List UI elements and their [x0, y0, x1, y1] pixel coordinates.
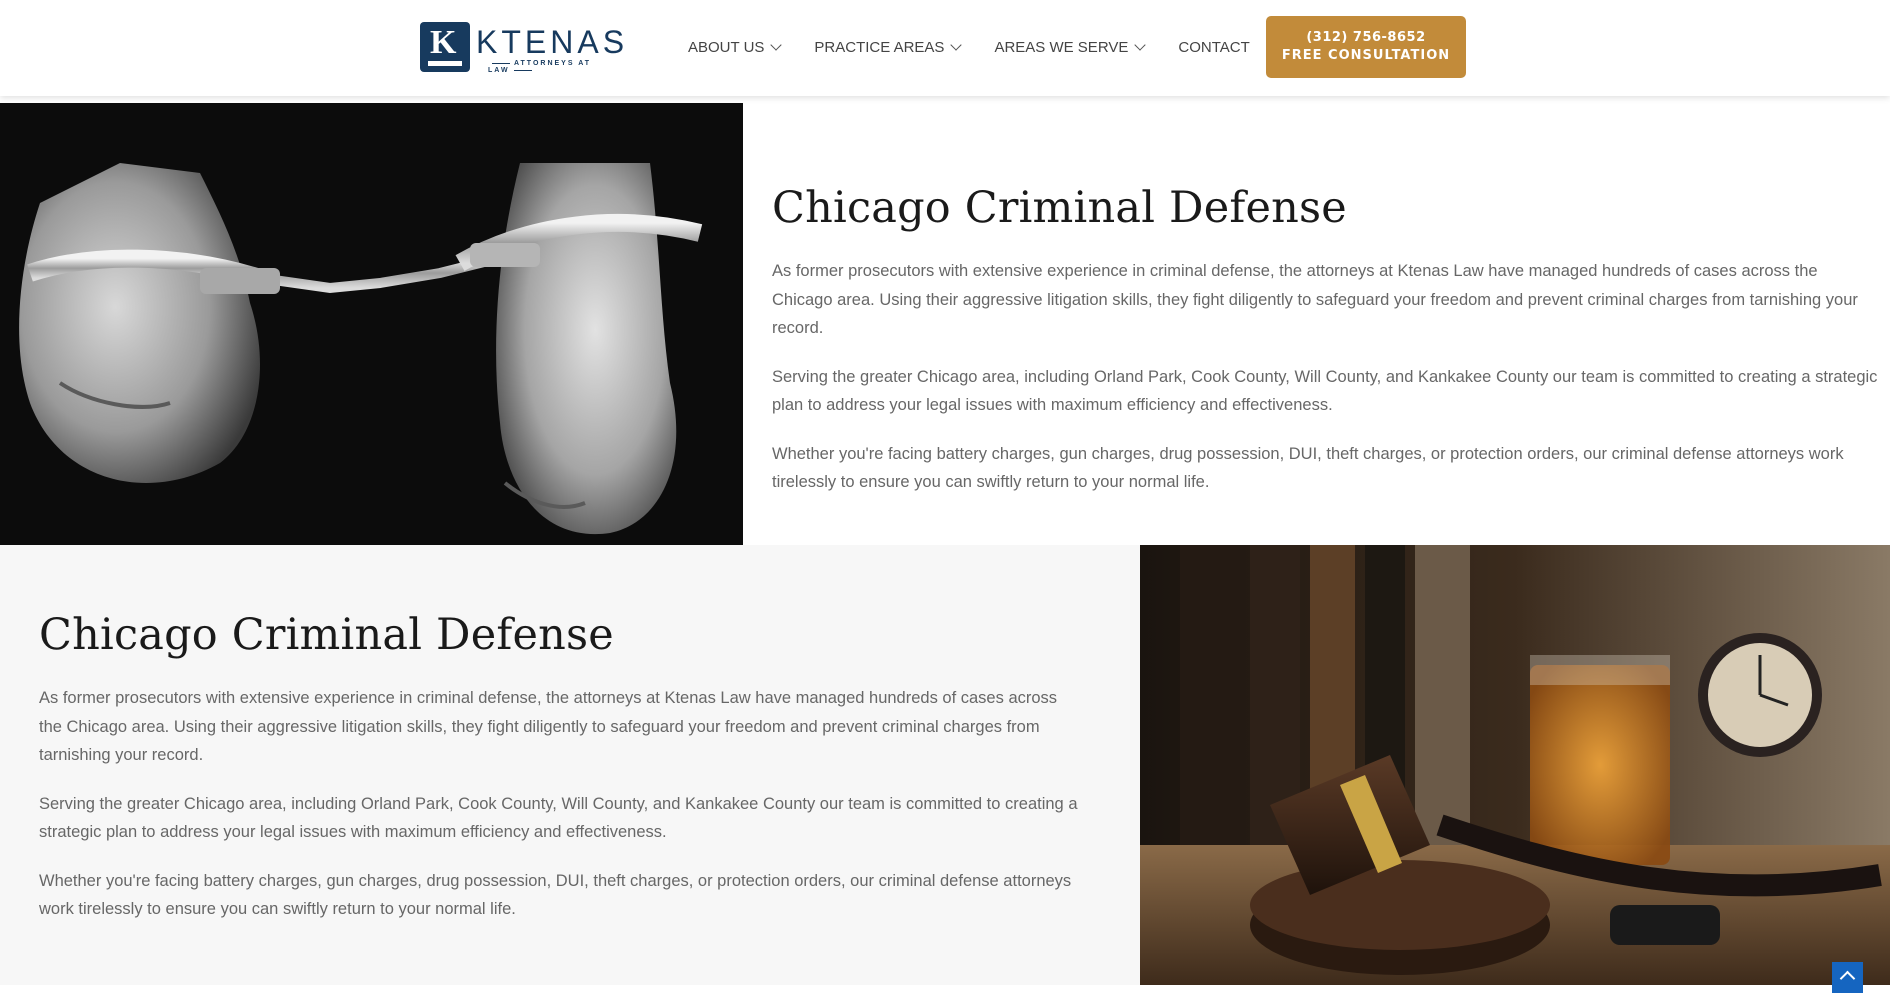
arrow-up-icon	[1839, 970, 1856, 987]
free-consultation-button[interactable]: (312) 756-8652 FREE CONSULTATION	[1266, 16, 1466, 78]
nav-about-us[interactable]: ABOUT US	[688, 36, 783, 58]
gavel-whiskey-keys-photo	[1140, 545, 1890, 985]
logo-tagline: ATTORNEYS AT LAW	[488, 60, 604, 74]
ktenas-logo[interactable]: K KTENAS ATTORNEYS AT LAW	[420, 22, 624, 74]
nav-practice-areas-label: PRACTICE AREAS	[814, 38, 945, 56]
main-nav: ABOUT US PRACTICE AREAS AREAS WE SERVE C…	[688, 36, 1284, 58]
nav-practice-areas[interactable]: PRACTICE AREAS	[814, 36, 963, 58]
section2-paragraph-1: As former prosecutors with extensive exp…	[39, 689, 1058, 764]
section1-title: Chicago Criminal Defense	[772, 183, 1347, 233]
chevron-down-icon	[770, 39, 783, 51]
scroll-to-top-button[interactable]	[1832, 962, 1863, 993]
gavel-illustration	[1140, 545, 1890, 985]
handcuffs-photo	[0, 103, 743, 545]
chevron-down-icon	[1134, 39, 1147, 51]
section2-content: Chicago Criminal Defense As former prose…	[39, 610, 1079, 944]
logo-letter: K	[430, 24, 457, 61]
handcuffs-illustration	[0, 103, 743, 545]
section2-paragraph-3: Whether you're facing battery charges, g…	[39, 871, 1072, 919]
section2-paragraph-2: Serving the greater Chicago area, includ…	[39, 794, 1078, 842]
nav-areas-we-serve[interactable]: AREAS WE SERVE	[994, 36, 1147, 58]
cta-phone: (312) 756-8652	[1306, 30, 1426, 45]
section1-paragraph-3: Whether you're facing battery charges, g…	[772, 444, 1844, 492]
section1-paragraph-2: Serving the greater Chicago area, includ…	[772, 367, 1878, 415]
cta-label: FREE CONSULTATION	[1281, 48, 1451, 63]
nav-about-us-label: ABOUT US	[688, 38, 765, 56]
nav-contact-label: CONTACT	[1178, 38, 1250, 56]
section2: Chicago Criminal Defense As former prose…	[0, 545, 1890, 985]
logo-badge: K	[420, 22, 470, 72]
section2-title: Chicago Criminal Defense	[39, 610, 614, 660]
chevron-down-icon	[950, 39, 963, 51]
logo-building-base	[428, 61, 462, 66]
site-header: K KTENAS ATTORNEYS AT LAW ABOUT US PRACT…	[0, 0, 1890, 96]
logo-name: KTENAS	[476, 24, 629, 60]
section1-paragraph-1: As former prosecutors with extensive exp…	[772, 262, 1858, 337]
section1-content: Chicago Criminal Defense As former prose…	[772, 183, 1882, 517]
nav-contact[interactable]: CONTACT	[1178, 36, 1249, 58]
nav-areas-we-serve-label: AREAS WE SERVE	[994, 38, 1129, 56]
